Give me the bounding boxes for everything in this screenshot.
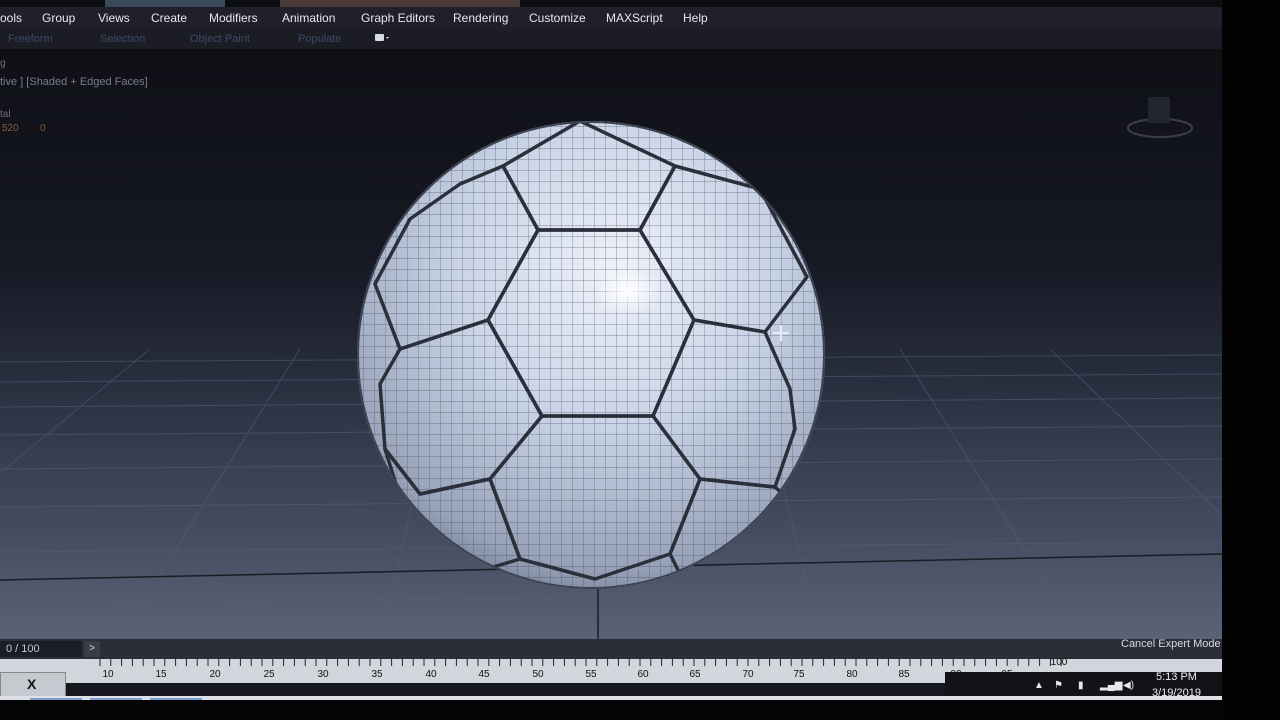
time-slider[interactable]: 0 / 100 [0,641,82,657]
next-frame-button[interactable]: > [84,641,100,657]
signal-icon[interactable]: ▂▄▆ [1100,680,1122,691]
monitor-bezel [1222,0,1280,720]
tick-label: 100 [1050,657,1068,668]
cancel-expert-mode-button[interactable]: Cancel Expert Mode [1121,638,1221,650]
menu-tools[interactable]: ools [0,11,22,25]
tick-label: 45 [478,669,490,680]
ribbon-tab-selection[interactable]: Selection [100,33,145,45]
ribbon-tab-populate[interactable]: Populate [298,33,341,45]
taskbar-skype[interactable]: S [90,698,142,700]
tick-label: 75 [793,669,805,680]
menu-views[interactable]: Views [98,11,130,25]
taskbar-chrome[interactable] [30,698,82,700]
taskbar-3dsmax[interactable] [150,698,202,700]
tick-label: 20 [209,669,221,680]
soccer-ball-mesh[interactable] [340,109,840,609]
tick-label: 70 [742,669,754,680]
tick-label: 30 [317,669,329,680]
tick-label: 60 [637,669,649,680]
flag-icon[interactable]: ⚑ [1054,680,1063,691]
menu-create[interactable]: Create [151,11,187,25]
tick-label: 80 [846,669,858,680]
menu-group[interactable]: Group [42,11,75,25]
ribbon-tab-object-paint[interactable]: Object Paint [190,33,250,45]
tray-expand-icon[interactable]: ▲ [1034,680,1044,691]
ribbon-tab-freeform[interactable]: Freeform [8,33,53,45]
close-icon: X [27,676,37,692]
close-panel-button[interactable]: X [0,672,66,698]
tick-label: 40 [425,669,437,680]
title-tab[interactable] [280,0,520,7]
tick-label: 10 [102,669,114,680]
tick-label: 65 [689,669,701,680]
menu-modifiers[interactable]: Modifiers [209,11,258,25]
viewport-scene [0,97,1222,639]
menu-maxscript[interactable]: MAXScript [606,11,663,25]
taskbar: S [0,696,1222,700]
ribbon-tabs: Freeform Selection Object Paint Populate [0,29,1222,49]
time-slider-bar: 0 / 100 > Cancel Expert Mode [0,638,1222,659]
menu-help[interactable]: Help [683,11,708,25]
tick-label: 35 [371,669,383,680]
viewcube-icon[interactable] [1127,97,1193,138]
tick-label: 50 [532,669,544,680]
menu-customize[interactable]: Customize [529,11,586,25]
menu-bar: ools Group Views Create Modifiers Animat… [0,7,1222,29]
ruler-ticks [99,659,1062,666]
tick-label: 85 [898,669,910,680]
specular-highlight [594,267,662,315]
clock-time[interactable]: 5:13 PM [1156,671,1197,683]
app-window: ools Group Views Create Modifiers Animat… [0,0,1222,700]
volume-icon[interactable]: ◀) [1123,680,1134,691]
menu-graph-editors[interactable]: Graph Editors [361,11,435,25]
menu-animation[interactable]: Animation [282,11,335,25]
frame-counter: 0 / 100 [6,643,40,655]
perspective-viewport[interactable]: g tive ] [Shaded + Edged Faces] tal 520 … [0,49,1222,639]
menu-rendering[interactable]: Rendering [453,11,508,25]
tick-label: 55 [585,669,597,680]
ribbon-options-icon[interactable] [375,33,389,43]
title-tab[interactable] [105,0,225,7]
tick-label: 25 [263,669,275,680]
tick-label: 15 [155,669,167,680]
battery-icon[interactable]: ▮ [1078,680,1084,691]
title-strip [0,0,1222,7]
